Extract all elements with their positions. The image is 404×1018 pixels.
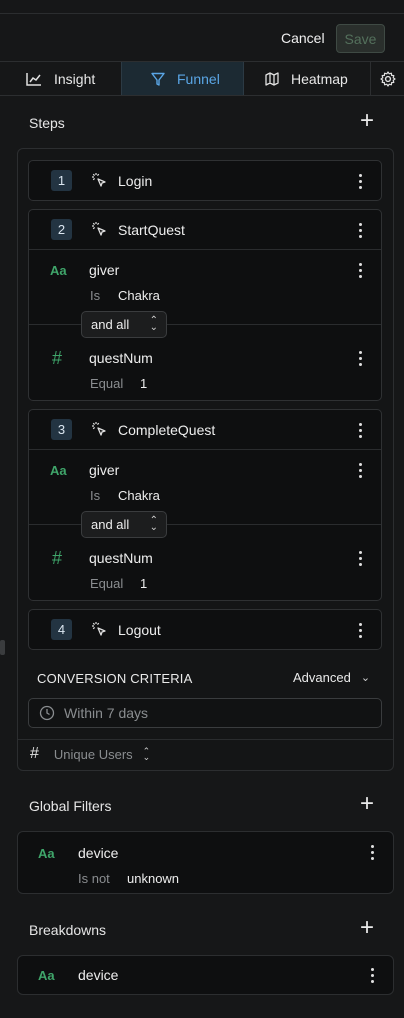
conversion-criteria-title: CONVERSION CRITERIA xyxy=(37,671,193,686)
combinator-select[interactable]: and all ⌃ ⌄ xyxy=(81,511,167,538)
filter-property: questNum xyxy=(89,350,153,366)
step-number: 4 xyxy=(51,619,72,640)
filter-property: giver xyxy=(89,462,120,478)
map-icon xyxy=(265,71,279,86)
step-menu-button[interactable] xyxy=(354,621,366,639)
breakdown-property: device xyxy=(78,967,119,983)
advanced-dropdown[interactable]: Advanced ⌄ xyxy=(293,670,370,685)
chart-icon xyxy=(26,72,41,86)
step-card-2[interactable]: 2 StartQuest Aa giver Is Chakra and all … xyxy=(28,209,382,401)
step-number: 1 xyxy=(51,170,72,191)
filter-value[interactable]: 1 xyxy=(140,376,147,391)
filter-menu-button[interactable] xyxy=(354,261,366,279)
string-type-icon: Aa xyxy=(50,463,67,478)
step-card-4[interactable]: 4 Logout xyxy=(28,609,382,650)
breakdown-menu-button[interactable] xyxy=(366,966,378,984)
measure-select[interactable]: # Unique Users ⌃ ⌄ xyxy=(30,745,150,763)
tab-heatmap[interactable]: Heatmap xyxy=(265,62,348,95)
step-menu-button[interactable] xyxy=(354,172,366,190)
filter-menu-button[interactable] xyxy=(354,461,366,479)
step-event-name: Login xyxy=(118,173,153,189)
chevron-down-icon: ⌄ xyxy=(360,672,371,684)
tab-label: Funnel xyxy=(177,70,220,87)
breakdowns-title: Breakdowns xyxy=(29,922,107,938)
number-type-icon: # xyxy=(52,548,63,568)
conversion-window-value: Within 7 days xyxy=(64,705,149,721)
resize-handle[interactable] xyxy=(0,640,5,655)
tab-funnel[interactable]: Funnel xyxy=(121,62,244,95)
tab-insight[interactable]: Insight xyxy=(26,62,95,95)
add-global-filter-button[interactable]: + xyxy=(360,792,374,816)
funnel-icon xyxy=(151,72,165,86)
chevron-updown-icon: ⌃ ⌄ xyxy=(142,746,151,762)
step-card-3[interactable]: 3 CompleteQuest Aa giver Is Chakra and a… xyxy=(28,409,382,601)
global-filters-title: Global Filters xyxy=(29,798,112,814)
number-type-icon: # xyxy=(52,348,63,368)
filter-property: questNum xyxy=(89,550,153,566)
step-event-name: Logout xyxy=(118,622,161,638)
global-filter-card[interactable]: Aa device Is not unknown xyxy=(17,831,394,894)
settings-button[interactable] xyxy=(370,62,404,95)
add-step-button[interactable]: + xyxy=(360,109,374,133)
step-menu-button[interactable] xyxy=(354,221,366,239)
step-number: 2 xyxy=(51,219,72,240)
gear-icon xyxy=(379,70,396,87)
steps-title: Steps xyxy=(29,115,65,131)
filter-menu-button[interactable] xyxy=(354,549,366,567)
filter-operator: Is xyxy=(90,288,101,303)
string-type-icon: Aa xyxy=(50,263,67,278)
hash-icon: # xyxy=(30,745,39,762)
filter-value[interactable]: 1 xyxy=(140,576,147,591)
filter-operator: Equal xyxy=(90,376,124,391)
filter-value[interactable]: unknown xyxy=(127,871,179,886)
divider xyxy=(18,739,393,740)
advanced-label: Advanced xyxy=(293,670,351,685)
event-click-icon xyxy=(92,422,106,436)
filter-operator: Equal xyxy=(90,576,124,591)
filter-menu-button[interactable] xyxy=(366,843,378,861)
combinator-select[interactable]: and all ⌃ ⌄ xyxy=(81,311,167,338)
event-click-icon xyxy=(92,173,106,187)
step-card-1[interactable]: 1 Login xyxy=(28,160,382,201)
string-type-icon: Aa xyxy=(38,968,55,983)
chevron-updown-icon: ⌃ ⌄ xyxy=(149,515,158,533)
divider xyxy=(29,249,381,250)
step-event-name: CompleteQuest xyxy=(118,422,216,438)
top-divider xyxy=(0,13,404,14)
combinator-label: and all xyxy=(91,517,130,532)
clock-icon xyxy=(39,705,55,721)
cancel-button[interactable]: Cancel xyxy=(281,30,325,46)
conversion-window-input[interactable]: Within 7 days xyxy=(28,698,382,728)
step-number: 3 xyxy=(51,419,72,440)
event-click-icon xyxy=(92,222,106,236)
breakdown-card[interactable]: Aa device xyxy=(17,955,394,995)
filter-property: giver xyxy=(89,262,120,278)
filter-menu-button[interactable] xyxy=(354,349,366,367)
filter-property: device xyxy=(78,845,119,861)
event-click-icon xyxy=(92,622,106,636)
measure-label: Unique Users xyxy=(53,746,133,762)
filter-value[interactable]: Chakra xyxy=(118,488,160,503)
filter-operator: Is not xyxy=(78,871,110,886)
step-menu-button[interactable] xyxy=(354,421,366,439)
tab-label: Insight xyxy=(54,70,96,87)
step-event-name: StartQuest xyxy=(118,222,185,238)
tab-label: Heatmap xyxy=(291,70,348,87)
filter-value[interactable]: Chakra xyxy=(118,288,160,303)
divider xyxy=(29,449,381,450)
add-breakdown-button[interactable]: + xyxy=(360,916,374,940)
string-type-icon: Aa xyxy=(38,846,55,861)
combinator-label: and all xyxy=(91,317,130,332)
filter-operator: Is xyxy=(90,488,101,503)
tab-bar: Insight Funnel Heatmap xyxy=(0,61,404,96)
chevron-updown-icon: ⌃ ⌄ xyxy=(149,315,158,333)
save-button[interactable]: Save xyxy=(336,24,385,53)
